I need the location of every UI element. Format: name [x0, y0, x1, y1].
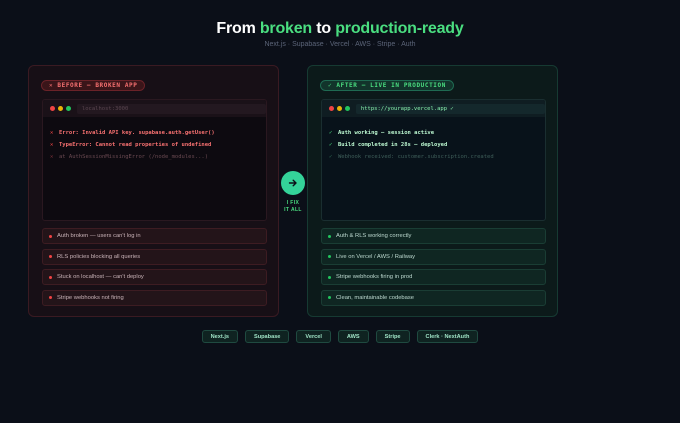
check-icon: ✓ [329, 142, 333, 148]
fix-label: I FIX IT ALL [277, 200, 309, 213]
stack-chip: Stripe [375, 330, 410, 343]
bullet-icon [49, 275, 52, 279]
after-terminal-bar: https://yourapp.vercel.app ✓ [322, 100, 545, 117]
bullet-icon [49, 255, 52, 258]
close-dot-icon [50, 106, 55, 111]
after-tag: ✓ AFTER — LIVE IN PRODUCTION [320, 80, 454, 91]
before-terminal-bar: localhost:3000 [43, 100, 266, 117]
terminal-line: ✓ Webhook received: customer.subscription… [329, 151, 545, 163]
before-problem-list: Auth broken — users can't log in RLS pol… [42, 228, 267, 310]
bullet-icon [49, 296, 52, 299]
after-result-list: Auth & RLS working correctly Live on Ver… [321, 228, 546, 310]
before-tag: ✕ BEFORE — BROKEN APP [41, 80, 146, 91]
stack-chip: Next.js [201, 330, 238, 343]
list-item-label: Auth broken — users can't log in [57, 233, 141, 239]
minimize-dot-icon [336, 106, 342, 111]
fix-label-line2: IT ALL [284, 206, 302, 213]
list-item-label: Stuck on localhost — can't deploy [57, 274, 144, 280]
list-item-label: Stripe webhooks firing in prod [336, 274, 413, 280]
close-dot-icon [329, 106, 334, 111]
hero-subtitle: Next.js · Supabase · Vercel · AWS · Stri… [264, 41, 416, 48]
list-item: Clean, maintainable codebase [321, 289, 546, 306]
terminal-line-text: TypeError: Cannot read properties of und… [59, 142, 212, 148]
arrow-right-icon [288, 179, 297, 187]
stack-chip: Supabase [244, 330, 290, 343]
title-prefix: From [216, 20, 260, 37]
after-url-bar: https://yourapp.vercel.app ✓ [355, 103, 545, 114]
stack-chip: AWS [337, 330, 369, 343]
list-item: Stripe webhooks not firing [42, 289, 267, 306]
terminal-line-text: Auth working — session active [338, 130, 435, 136]
bullet-icon [328, 234, 331, 238]
x-icon: ✕ [50, 154, 54, 160]
after-panel: ✓ AFTER — LIVE IN PRODUCTION https://you… [307, 65, 558, 317]
title-ready-word: production-ready [335, 20, 464, 37]
list-item-label: Clean, maintainable codebase [336, 294, 414, 301]
terminal-line-text: at AuthSessionMissingError (/node_module… [59, 154, 209, 160]
list-item: Auth & RLS working correctly [321, 228, 546, 244]
list-item-label: RLS policies blocking all queries [57, 253, 141, 260]
terminal-line: ✕ at AuthSessionMissingError (/node_modul… [50, 151, 266, 163]
terminal-line: ✓ Build completed in 28s — deployed [329, 139, 545, 151]
maximize-dot-icon [344, 106, 350, 111]
minimize-dot-icon [57, 106, 63, 111]
terminal-line: ✕ Error: Invalid API key. supabase.auth.g… [50, 127, 266, 139]
title-mid: to [312, 20, 336, 37]
hero-title: From broken to production-ready [0, 20, 680, 38]
x-icon: ✕ [50, 130, 54, 136]
list-item: Stripe webhooks firing in prod [321, 269, 546, 285]
list-item: Live on Vercel / AWS / Railway [321, 248, 546, 265]
before-panel: ✕ BEFORE — BROKEN APP localhost:3000 ✕ Er… [28, 65, 279, 317]
list-item: Auth broken — users can't log in [42, 228, 267, 244]
list-item-label: Live on Vercel / AWS / Railway [336, 253, 416, 260]
bullet-icon [328, 275, 331, 279]
terminal-line: ✕ TypeError: Cannot read properties of un… [50, 139, 266, 151]
fix-arrow-button [281, 171, 305, 195]
list-item: RLS policies blocking all queries [42, 248, 267, 265]
title-broken-word: broken [259, 20, 313, 37]
bullet-icon [328, 255, 331, 258]
terminal-line-text: Webhook received: customer.subscription.… [338, 154, 494, 160]
list-item-label: Stripe webhooks not firing [57, 294, 124, 301]
before-url-bar: localhost:3000 [76, 103, 266, 114]
terminal-line: ✓ Auth working — session active [329, 127, 545, 139]
after-terminal: https://yourapp.vercel.app ✓ ✓ Auth worki… [321, 99, 546, 221]
bullet-icon [49, 234, 52, 238]
stack-chip: Clerk · NextAuth [416, 330, 479, 343]
list-item: Stuck on localhost — can't deploy [42, 269, 267, 285]
maximize-dot-icon [65, 106, 71, 111]
stack-chip: Vercel [296, 330, 331, 343]
check-icon: ✓ [329, 130, 333, 136]
terminal-line-text: Error: Invalid API key. supabase.auth.ge… [59, 130, 215, 136]
before-terminal: localhost:3000 ✕ Error: Invalid API key. … [42, 99, 267, 221]
bullet-icon [328, 296, 331, 299]
tech-stack-chips: Next.js Supabase Vercel AWS Stripe Clerk… [0, 330, 680, 343]
terminal-line-text: Build completed in 28s — deployed [338, 142, 448, 148]
list-item-label: Auth & RLS working correctly [336, 233, 412, 239]
check-icon: ✓ [329, 154, 333, 160]
x-icon: ✕ [50, 142, 54, 148]
